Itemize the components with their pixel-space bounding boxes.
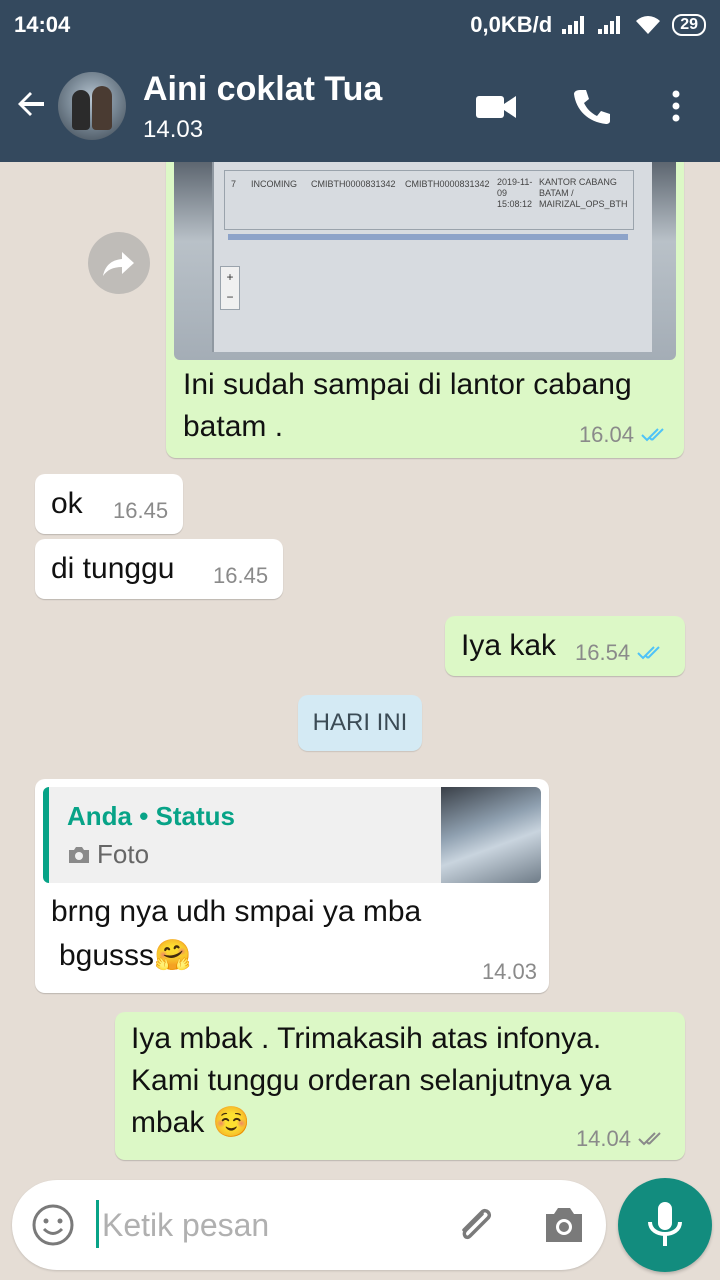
photo-scrollbar	[228, 234, 628, 240]
photo-zoom-control: + −	[220, 266, 240, 310]
last-seen: 14.03	[143, 116, 204, 143]
back-arrow-icon[interactable]	[14, 86, 50, 122]
voice-record-button[interactable]	[618, 1178, 712, 1272]
wifi-icon	[636, 16, 661, 34]
read-ticks-icon	[641, 428, 664, 442]
date-divider: HARI INI	[298, 695, 422, 751]
message-text: di tunggu	[51, 552, 175, 585]
attach-icon[interactable]	[452, 1202, 500, 1250]
message-composer	[12, 1180, 606, 1270]
more-vert-icon[interactable]	[654, 86, 698, 126]
message-time: 16.54	[575, 640, 631, 665]
mic-icon	[648, 1202, 682, 1246]
image-message[interactable]: 7 INCOMING CMIBTH0000831342 CMIBTH000083…	[166, 162, 684, 458]
photo-row-office: KANTOR CABANG BATAM / MAIRIZAL_OPS_BTH	[539, 177, 628, 209]
camera-icon[interactable]	[542, 1204, 586, 1246]
message-bubble[interactable]: Iya mbak . Trimakasih atas infonya. Kami…	[115, 1012, 685, 1160]
quote-author: Anda • Status	[67, 801, 236, 831]
message-text-line1: Iya mbak . Trimakasih atas infonya.	[131, 1022, 602, 1055]
message-time: 16.04	[578, 422, 634, 447]
contact-avatar[interactable]	[58, 72, 126, 140]
emoji-icon[interactable]	[30, 1202, 76, 1248]
quoted-status[interactable]: Anda • Status Foto	[43, 787, 541, 883]
message-input[interactable]	[102, 1198, 432, 1252]
message-meta: 16.04	[579, 422, 674, 448]
quote-thumbnail	[441, 787, 541, 883]
message-text-line2: Kami tunggu orderan selanjutnya ya	[131, 1064, 612, 1097]
contact-name[interactable]: Aini coklat Tua	[143, 70, 382, 109]
status-bar: 14:04 0,0KB/d 29	[0, 0, 720, 50]
message-time: 14.03	[481, 959, 537, 984]
message-meta: 14.04	[576, 1126, 671, 1152]
message-text-line1: brng nya udh smpai ya mba	[51, 895, 422, 928]
message-text: ok	[51, 487, 83, 520]
message-bubble[interactable]: di tunggu 16.45	[35, 539, 283, 599]
delivered-ticks-icon	[638, 1132, 661, 1146]
signal-icon	[562, 16, 588, 34]
message-meta: 16.54	[575, 640, 670, 666]
message-time: 16.45	[113, 498, 169, 523]
read-ticks-icon	[637, 646, 660, 660]
photo-row-date: 2019-11-09 15:08:12	[497, 177, 533, 209]
forward-button[interactable]	[88, 232, 150, 294]
photo-thumbnail[interactable]: 7 INCOMING CMIBTH0000831342 CMIBTH000083…	[174, 162, 676, 360]
camera-icon	[69, 846, 89, 863]
photo-screen: 7 INCOMING CMIBTH0000831342 CMIBTH000083…	[212, 162, 652, 352]
network-speed: 0,0KB/d	[470, 12, 553, 37]
clock: 14:04	[14, 12, 71, 37]
message-time: 14.04	[575, 1126, 631, 1151]
chat-header: Aini coklat Tua 14.03	[0, 50, 720, 162]
message-bubble[interactable]: Iya kak 16.54	[445, 616, 685, 676]
video-call-icon[interactable]	[474, 86, 518, 126]
status-icons: 0,0KB/d 29	[470, 12, 706, 38]
forward-icon	[103, 252, 134, 276]
photo-row-type: INCOMING	[251, 179, 297, 189]
message-time: 16.45	[213, 563, 269, 588]
text-cursor	[96, 1200, 99, 1248]
reply-message[interactable]: Anda • Status Foto brng nya udh smpai ya…	[35, 779, 549, 993]
quote-type-label: Foto	[97, 839, 150, 869]
photo-row-number: 7	[231, 179, 237, 189]
photo-row-code-2: CMIBTH0000831342	[405, 179, 490, 189]
signal-icon-2	[598, 16, 624, 34]
message-bubble[interactable]: ok 16.45	[35, 474, 183, 534]
message-text: Iya kak	[461, 629, 557, 662]
phone-icon[interactable]	[570, 86, 614, 126]
message-text-line2: bgusss🤗	[59, 939, 192, 972]
photo-table-row: 7 INCOMING CMIBTH0000831342 CMIBTH000083…	[224, 170, 634, 230]
chat-area[interactable]: 7 INCOMING CMIBTH0000831342 CMIBTH000083…	[0, 162, 720, 1172]
battery-icon: 29	[672, 14, 706, 36]
photo-row-code-1: CMIBTH0000831342	[311, 179, 396, 189]
message-text-line3: mbak ☺️	[131, 1106, 251, 1139]
quote-type: Foto	[67, 839, 149, 870]
